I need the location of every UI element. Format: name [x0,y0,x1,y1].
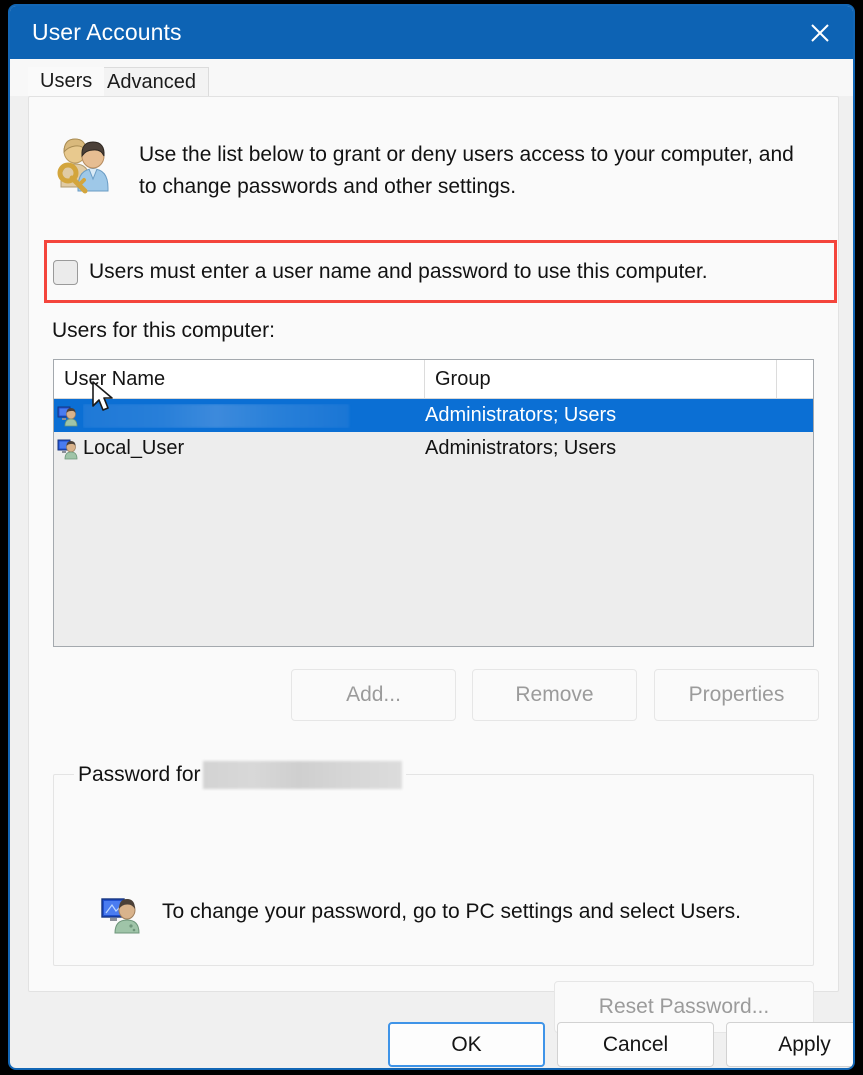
users-list-view[interactable]: User Name Group Administrators; Users Lo… [53,359,814,647]
user-accounts-dialog: User Accounts Users Advanced Use the lis… [8,4,855,1070]
list-rows: Administrators; Users Local_User Adminis… [54,399,813,646]
column-header-spacer[interactable] [777,360,813,398]
tab-strip: Users Advanced [10,59,853,96]
add-button[interactable]: Add... [291,669,456,721]
annotation-highlight-rectangle [44,240,837,303]
tab-advanced-label: Advanced [107,70,196,93]
list-header-row: User Name Group [54,360,813,399]
apply-button-label: Apply [778,1032,831,1056]
cell-user-name [83,403,425,428]
remove-button-label: Remove [515,683,594,706]
properties-button-label: Properties [688,683,785,706]
tab-users-label: Users [40,70,93,92]
table-row[interactable]: Administrators; Users [54,399,813,432]
password-group-legend: Password for [74,761,406,789]
password-instruction-text: To change your password, go to PC settin… [162,900,741,923]
close-icon [807,20,833,46]
users-list-label: Users for this computer: [52,319,275,342]
user-account-icon [57,405,79,427]
password-group-legend-text: Password for [78,763,201,786]
title-bar: User Accounts [10,6,853,59]
ok-button-label: OK [451,1032,482,1056]
apply-button[interactable]: Apply [726,1022,853,1067]
dialog-description: Use the list below to grant or deny user… [139,143,794,198]
column-header-user-name[interactable]: User Name [54,360,425,398]
column-header-group[interactable]: Group [425,360,777,398]
users-key-icon [51,131,115,195]
reset-password-button-label: Reset Password... [598,995,770,1018]
cancel-button-label: Cancel [602,1032,669,1056]
cell-group: Administrators; Users [425,437,617,459]
add-button-label: Add... [346,683,401,706]
password-group-box [53,774,814,966]
properties-button[interactable]: Properties [654,669,819,721]
cell-group: Administrators; Users [425,404,617,426]
redacted-user-name [83,403,349,428]
tab-advanced[interactable]: Advanced [94,67,209,96]
user-monitor-icon [100,893,142,935]
table-row[interactable]: Local_User Administrators; Users [54,432,813,465]
remove-button[interactable]: Remove [472,669,637,721]
close-button[interactable] [787,6,853,59]
redacted-account-name [202,761,402,789]
users-tab-page: Use the list below to grant or deny user… [28,96,839,1033]
ok-button[interactable]: OK [388,1022,545,1067]
cancel-button[interactable]: Cancel [557,1022,714,1067]
user-account-icon [57,438,79,460]
tab-users[interactable]: Users [28,67,105,96]
window-title: User Accounts [32,19,182,45]
cell-user-name: Local_User [83,437,185,459]
